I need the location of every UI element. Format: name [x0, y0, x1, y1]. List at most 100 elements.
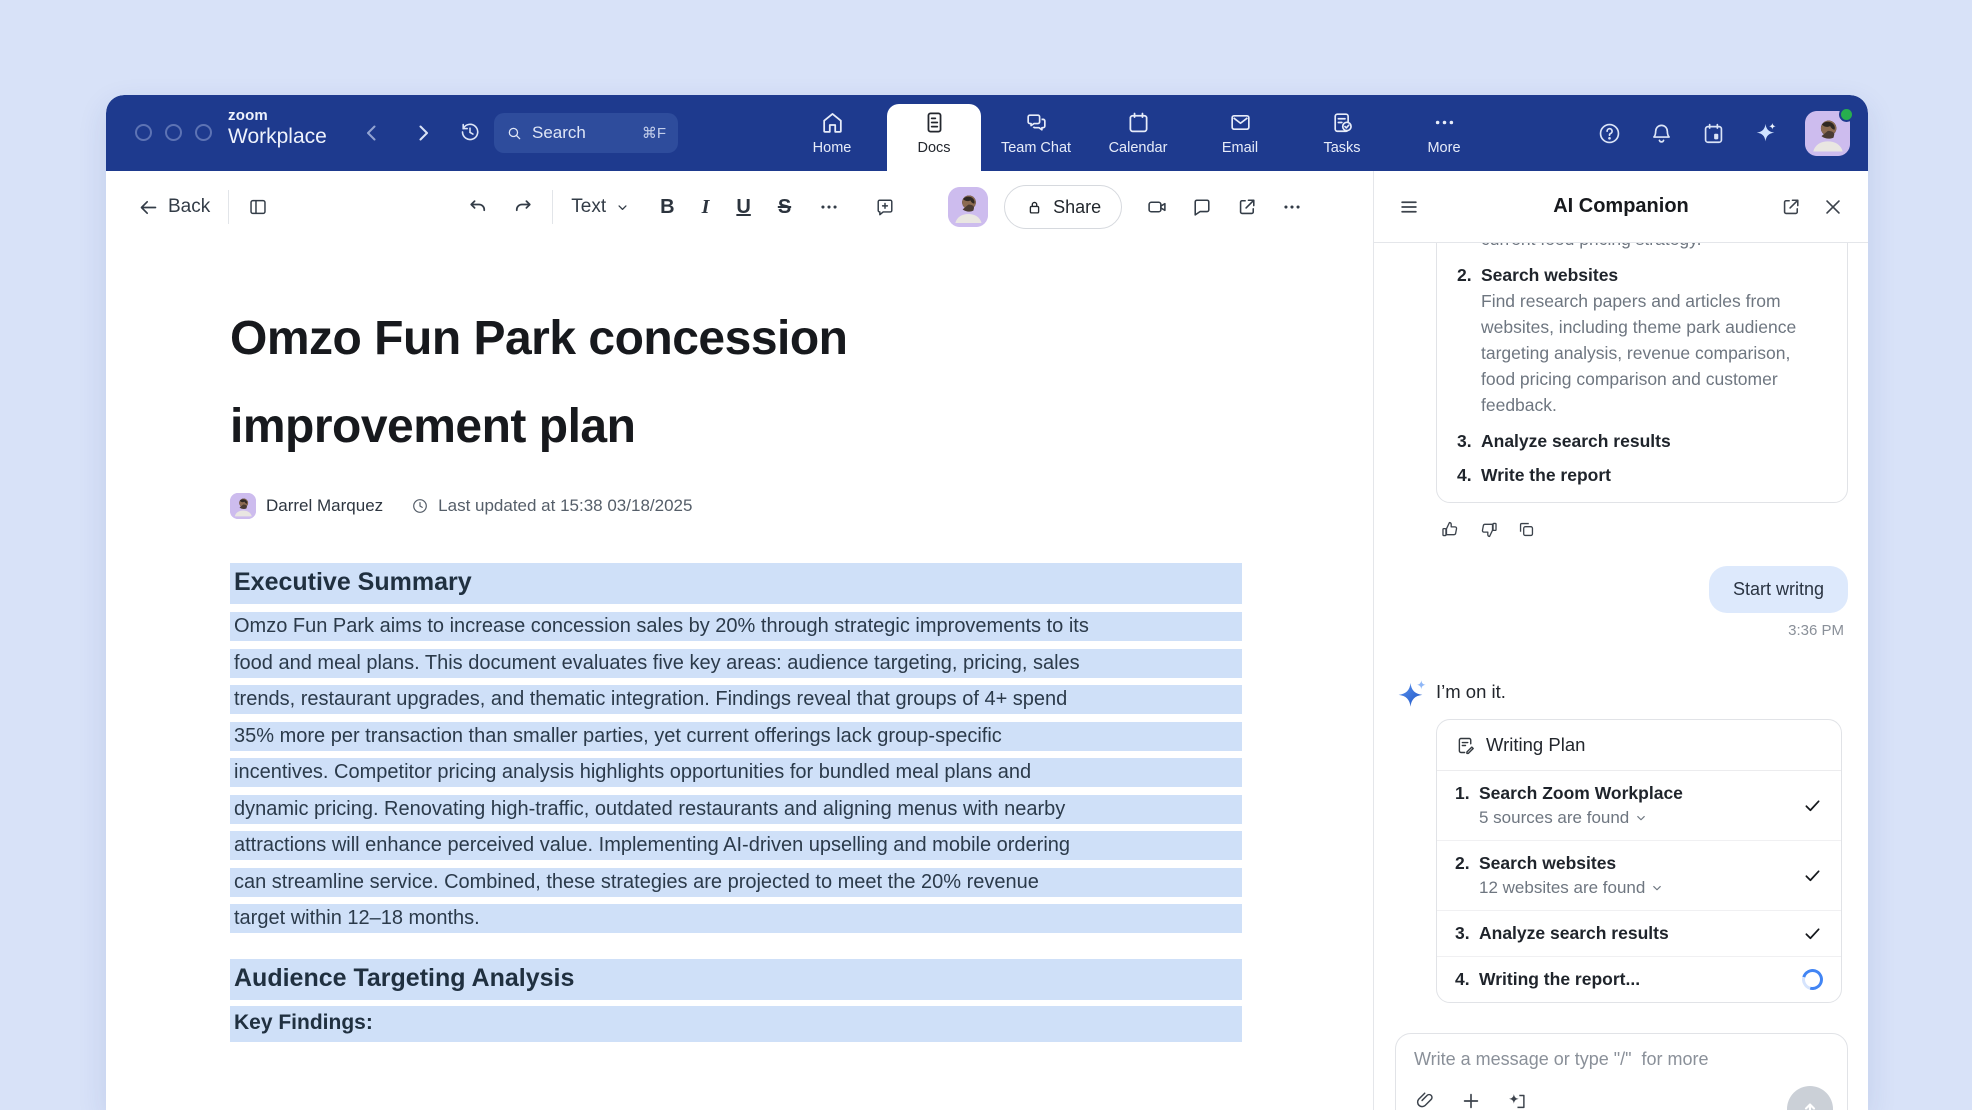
tab-docs[interactable]: Docs — [883, 95, 985, 171]
ai-plan-message-card: current food pricing strategy. 2. Search… — [1436, 243, 1848, 503]
step-sources-toggle[interactable]: 5 sources are found — [1479, 808, 1792, 828]
summary-line: dynamic pricing. Renovating high-traffic… — [230, 795, 1242, 824]
nav-forward-icon[interactable] — [411, 121, 435, 145]
plan-item-title: Analyze search results — [1481, 431, 1671, 452]
more-options-button[interactable] — [1281, 196, 1303, 218]
send-button[interactable] — [1787, 1086, 1833, 1110]
strikethrough-button[interactable]: S — [778, 196, 791, 219]
chat-bubble-icon — [1191, 196, 1213, 218]
chat-button[interactable] — [1191, 196, 1213, 218]
conversation-area[interactable]: current food pricing strategy. 2. Search… — [1374, 243, 1868, 1110]
insert-ai-content-button[interactable] — [1506, 1090, 1528, 1110]
author-avatar — [230, 493, 256, 519]
thumbs-down-button[interactable] — [1478, 519, 1499, 540]
message-feedback-row — [1436, 519, 1848, 540]
step-loading-spinner — [1802, 969, 1823, 990]
tab-calendar[interactable]: Calendar — [1087, 95, 1189, 171]
executive-summary-paragraph[interactable]: Omzo Fun Park aims to increase concessio… — [230, 612, 1242, 933]
online-status-dot — [1839, 107, 1854, 122]
team-chat-icon — [1024, 110, 1049, 135]
bold-button[interactable]: B — [660, 196, 674, 219]
thumbs-up-button[interactable] — [1440, 519, 1461, 540]
ai-companion-header: AI Companion — [1374, 171, 1868, 243]
doc-toolbar: Back Text B I U S — [106, 171, 1373, 243]
window-minimize-button[interactable] — [165, 124, 182, 141]
tab-tasks[interactable]: Tasks — [1291, 95, 1393, 171]
logo-zoom: zoom — [228, 108, 327, 125]
thumbs-down-icon — [1478, 519, 1499, 540]
panel-menu-button[interactable] — [1398, 196, 1420, 218]
step-title: Writing the report... — [1479, 969, 1640, 990]
tab-more[interactable]: More — [1393, 95, 1495, 171]
clipped-plan-text: current food pricing strategy. — [1457, 243, 1827, 252]
section-heading-audience-targeting[interactable]: Audience Targeting Analysis — [230, 959, 1242, 1000]
open-external-button[interactable] — [1236, 196, 1258, 218]
start-meeting-button[interactable] — [1146, 196, 1168, 218]
copy-button[interactable] — [1516, 519, 1537, 540]
nav-back-icon[interactable] — [360, 121, 384, 145]
toggle-sidebar-button[interactable] — [247, 196, 269, 218]
add-comment-button[interactable] — [874, 196, 896, 218]
calendar-icon — [1126, 110, 1151, 135]
attach-file-button[interactable] — [1414, 1090, 1436, 1110]
global-search-input[interactable]: Search ⌘F — [494, 113, 678, 153]
navbar-right-cluster — [1597, 95, 1850, 171]
plan-item: 3. Analyze search results — [1457, 431, 1827, 452]
help-icon[interactable] — [1597, 121, 1622, 146]
window-zoom-button[interactable] — [195, 124, 212, 141]
plan-item-description: Find research papers and articles from w… — [1481, 288, 1827, 418]
window-close-button[interactable] — [135, 124, 152, 141]
add-button[interactable] — [1460, 1090, 1482, 1110]
message-input[interactable] — [1414, 1049, 1829, 1070]
sparkle-insert-icon — [1506, 1090, 1528, 1110]
text-style-dropdown[interactable]: Text — [571, 196, 630, 218]
document-title[interactable]: Omzo Fun Park concessionimprovement plan — [230, 295, 1242, 471]
close-icon — [1822, 196, 1844, 218]
calendar-date-icon[interactable] — [1701, 121, 1726, 146]
close-panel-button[interactable] — [1822, 196, 1844, 218]
tab-home[interactable]: Home — [781, 95, 883, 171]
tab-email[interactable]: Email — [1189, 95, 1291, 171]
back-button[interactable]: Back — [138, 196, 210, 218]
document-canvas[interactable]: Omzo Fun Park concessionimprovement plan… — [106, 243, 1373, 1110]
tab-team-chat[interactable]: Team Chat — [985, 95, 1087, 171]
section-heading-executive-summary[interactable]: Executive Summary — [230, 563, 1242, 604]
more-icon — [1432, 110, 1457, 135]
more-formatting-button[interactable] — [818, 196, 840, 218]
ai-reply-text: I’m on it. — [1436, 681, 1506, 703]
underline-button[interactable]: U — [736, 196, 750, 219]
user-avatar[interactable] — [1805, 111, 1850, 156]
history-icon[interactable] — [458, 120, 482, 144]
thumbs-up-icon — [1440, 519, 1461, 540]
subheading-key-findings[interactable]: Key Findings: — [230, 1006, 1242, 1042]
window-controls[interactable] — [135, 124, 212, 141]
summary-line: 35% more per transaction than smaller pa… — [230, 722, 1242, 751]
ai-companion-panel: AI Companion current food pricing strate… — [1374, 171, 1868, 1110]
summary-line: attractions will enhance perceived value… — [230, 831, 1242, 860]
plus-icon — [1460, 1090, 1482, 1110]
step-sources-toggle[interactable]: 12 websites are found — [1479, 878, 1792, 898]
collaborator-avatar[interactable] — [948, 187, 988, 227]
docs-icon — [922, 110, 947, 135]
plan-step: 3.Analyze search results — [1437, 911, 1841, 957]
search-placeholder: Search — [532, 123, 642, 143]
summary-line: can streamline service. Combined, these … — [230, 868, 1242, 897]
notifications-bell-icon[interactable] — [1649, 121, 1674, 146]
clock-icon — [411, 497, 429, 515]
italic-button[interactable]: I — [702, 196, 710, 219]
check-icon — [1802, 795, 1823, 816]
search-shortcut: ⌘F — [642, 124, 666, 142]
redo-button[interactable] — [512, 196, 534, 218]
chevron-down-icon — [615, 200, 630, 215]
check-icon — [1802, 865, 1823, 886]
undo-button[interactable] — [467, 196, 489, 218]
writing-plan-card: Writing Plan 1.Search Zoom Workplace 5 s… — [1436, 719, 1842, 1003]
share-button[interactable]: Share — [1004, 185, 1122, 229]
message-composer — [1395, 1033, 1848, 1110]
email-icon — [1228, 110, 1253, 135]
ai-companion-sparkle-icon[interactable] — [1753, 121, 1778, 146]
chevron-down-icon — [1634, 811, 1648, 825]
plan-step: 2.Search websites 12 websites are found — [1437, 841, 1841, 911]
pop-out-button[interactable] — [1780, 196, 1802, 218]
message-timestamp: 3:36 PM — [1788, 622, 1848, 639]
